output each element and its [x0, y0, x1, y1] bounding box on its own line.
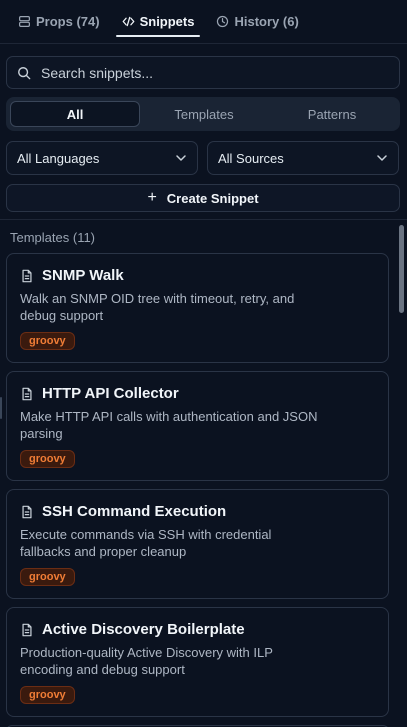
- language-badge: groovy: [20, 686, 75, 704]
- list-scrollbar[interactable]: [399, 225, 404, 313]
- snippet-description: Walk an SNMP OID tree with timeout, retr…: [20, 291, 295, 323]
- search-icon: [18, 66, 31, 79]
- language-badge: groovy: [20, 450, 75, 468]
- top-tab-bar: Props (74) Snippets History (6): [0, 0, 407, 44]
- snippet-card[interactable]: Active Discovery Boilerplate Production-…: [6, 607, 389, 717]
- language-select-value: All Languages: [17, 150, 100, 166]
- file-icon: [22, 387, 32, 400]
- clock-icon: [217, 15, 229, 27]
- snippet-title: SSH Command Execution: [42, 503, 227, 520]
- search-box[interactable]: [6, 56, 400, 89]
- create-snippet-button[interactable]: + Create Snippet: [6, 184, 400, 212]
- language-select[interactable]: All Languages: [6, 141, 198, 175]
- create-snippet-label: Create Snippet: [166, 190, 259, 206]
- snippet-title: Active Discovery Boilerplate: [42, 621, 245, 638]
- file-icon: [22, 623, 32, 636]
- tab-history-label: History (6): [234, 13, 299, 29]
- code-icon: [122, 16, 135, 26]
- file-icon: [22, 505, 32, 518]
- snippet-card[interactable]: HTTP API Collector Make HTTP API calls w…: [6, 371, 389, 481]
- plus-icon: +: [147, 189, 157, 206]
- snippet-title: HTTP API Collector: [42, 385, 179, 402]
- snippet-list: SNMP Walk Walk an SNMP OID tree with tim…: [6, 253, 389, 725]
- panel-resize-handle[interactable]: [0, 397, 2, 419]
- snippet-card[interactable]: SNMP Walk Walk an SNMP OID tree with tim…: [6, 253, 389, 363]
- snippet-title: SNMP Walk: [42, 267, 124, 284]
- search-input[interactable]: [41, 64, 381, 81]
- snippet-description: Production-quality Active Discovery with…: [20, 645, 273, 677]
- segment-templates[interactable]: Templates: [140, 101, 268, 127]
- file-icon: [22, 269, 32, 282]
- tab-history[interactable]: History (6): [214, 0, 300, 43]
- snippet-description: Execute commands via SSH with credential…: [20, 527, 272, 559]
- snippet-card[interactable]: SSH Command Execution Execute commands v…: [6, 489, 389, 599]
- divider: [0, 219, 407, 220]
- section-title: Templates (11): [10, 230, 96, 245]
- tab-props-label: Props (74): [36, 13, 100, 29]
- tab-props[interactable]: Props (74): [16, 0, 102, 43]
- stack-icon: [19, 15, 30, 27]
- chevron-down-icon: [176, 155, 186, 161]
- segment-all[interactable]: All: [10, 101, 140, 127]
- chevron-down-icon: [377, 155, 387, 161]
- snippet-description: Make HTTP API calls with authentication …: [20, 409, 318, 441]
- snippet-type-filter: All Templates Patterns: [6, 97, 400, 131]
- language-badge: groovy: [20, 332, 75, 350]
- segment-patterns[interactable]: Patterns: [268, 101, 396, 127]
- tab-snippets-label: Snippets: [139, 13, 195, 29]
- source-select[interactable]: All Sources: [207, 141, 399, 175]
- source-select-value: All Sources: [218, 150, 284, 166]
- language-badge: groovy: [20, 568, 75, 586]
- tab-snippets[interactable]: Snippets: [115, 0, 201, 43]
